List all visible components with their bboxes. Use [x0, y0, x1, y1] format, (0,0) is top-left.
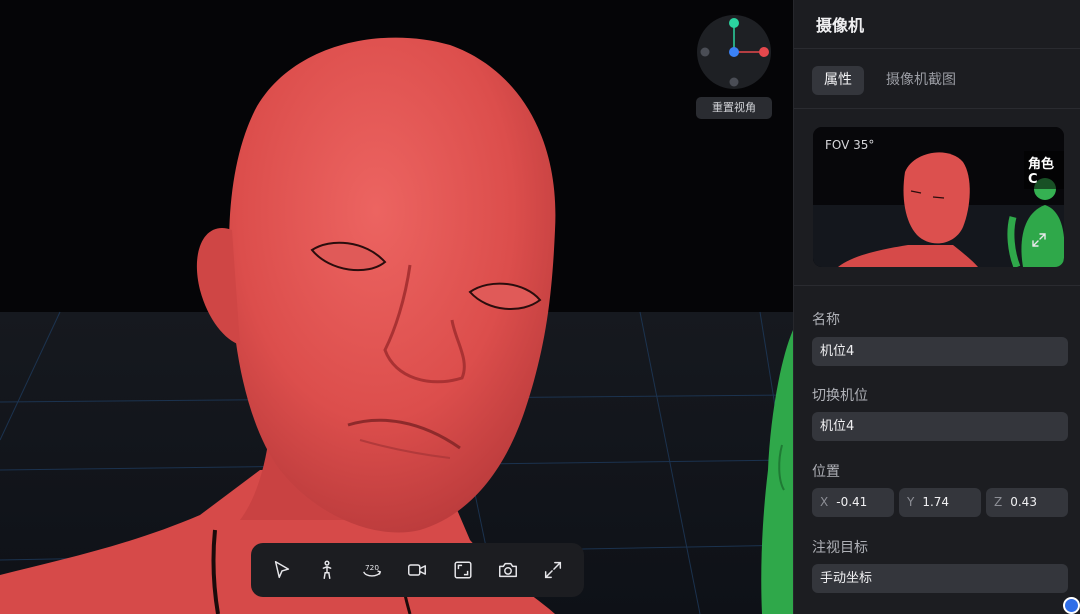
x-value: -0.41 — [836, 495, 868, 509]
pose-tool-button[interactable] — [310, 553, 344, 587]
video-camera-icon — [408, 564, 427, 576]
name-label: 名称 — [812, 312, 840, 328]
y-axis-handle — [729, 18, 739, 28]
camera-preview[interactable]: FOV 35° 角色C — [813, 127, 1064, 267]
look-target-label: 注视目标 — [812, 540, 868, 556]
frame-tool-button[interactable] — [446, 553, 480, 587]
position-label: 位置 — [812, 464, 840, 480]
x-axis-handle — [759, 47, 769, 57]
divider — [794, 48, 1080, 49]
switch-camera-label: 切换机位 — [812, 388, 868, 404]
assistant-badge-icon[interactable] — [1063, 597, 1080, 614]
position-z-input[interactable]: Z 0.43 — [986, 488, 1068, 517]
svg-text:720: 720 — [365, 563, 379, 572]
tab-properties[interactable]: 属性 — [812, 66, 864, 95]
z-axis-handle — [729, 47, 739, 57]
z-axis-label: Z — [994, 495, 1003, 509]
person-icon — [322, 560, 332, 579]
camera-properties-panel: 摄像机 属性 摄像机截图 FOV 35° 角色C 名称 机位4 切换机位 机位4… — [793, 0, 1080, 614]
y-value: 1.74 — [922, 495, 950, 509]
position-x-input[interactable]: X -0.41 — [812, 488, 894, 517]
switch-camera-select[interactable]: 机位4 — [812, 412, 1068, 441]
select-tool-button[interactable] — [265, 553, 299, 587]
name-input[interactable]: 机位4 — [812, 337, 1068, 366]
z-value: 0.43 — [1010, 495, 1037, 509]
look-target-select[interactable]: 手动坐标 — [812, 564, 1068, 593]
panel-title: 摄像机 — [816, 16, 865, 35]
x-axis-label: X — [820, 495, 829, 509]
viewport-toolbar: 720 — [251, 543, 584, 597]
y-axis-label: Y — [907, 495, 915, 509]
rotate-720-tool-button[interactable]: 720 — [355, 553, 389, 587]
camera-icon — [499, 562, 518, 578]
tab-camera-screenshot[interactable]: 摄像机截图 — [874, 66, 968, 95]
fullscreen-tool-button[interactable] — [536, 553, 570, 587]
frame-icon — [454, 561, 472, 579]
neg-y-axis-handle — [729, 77, 739, 87]
fov-label: FOV 35° — [825, 138, 875, 152]
neg-x-axis-handle — [700, 47, 710, 57]
expand-preview-icon[interactable] — [1030, 231, 1048, 249]
rotate-720-icon: 720 — [363, 563, 382, 577]
orientation-gizmo[interactable] — [697, 15, 771, 89]
position-y-input[interactable]: Y 1.74 — [899, 488, 981, 517]
camera-tool-button[interactable] — [400, 553, 434, 587]
expand-icon — [545, 561, 562, 579]
3d-viewport[interactable]: 重置视角 720 — [0, 0, 793, 614]
cursor-arrow-icon — [274, 561, 289, 579]
reset-view-button[interactable]: 重置视角 — [696, 97, 772, 119]
character-label: 角色C — [1024, 151, 1064, 189]
divider — [794, 285, 1080, 286]
scene-render — [0, 0, 793, 614]
divider — [794, 108, 1080, 109]
screenshot-tool-button[interactable] — [491, 553, 525, 587]
